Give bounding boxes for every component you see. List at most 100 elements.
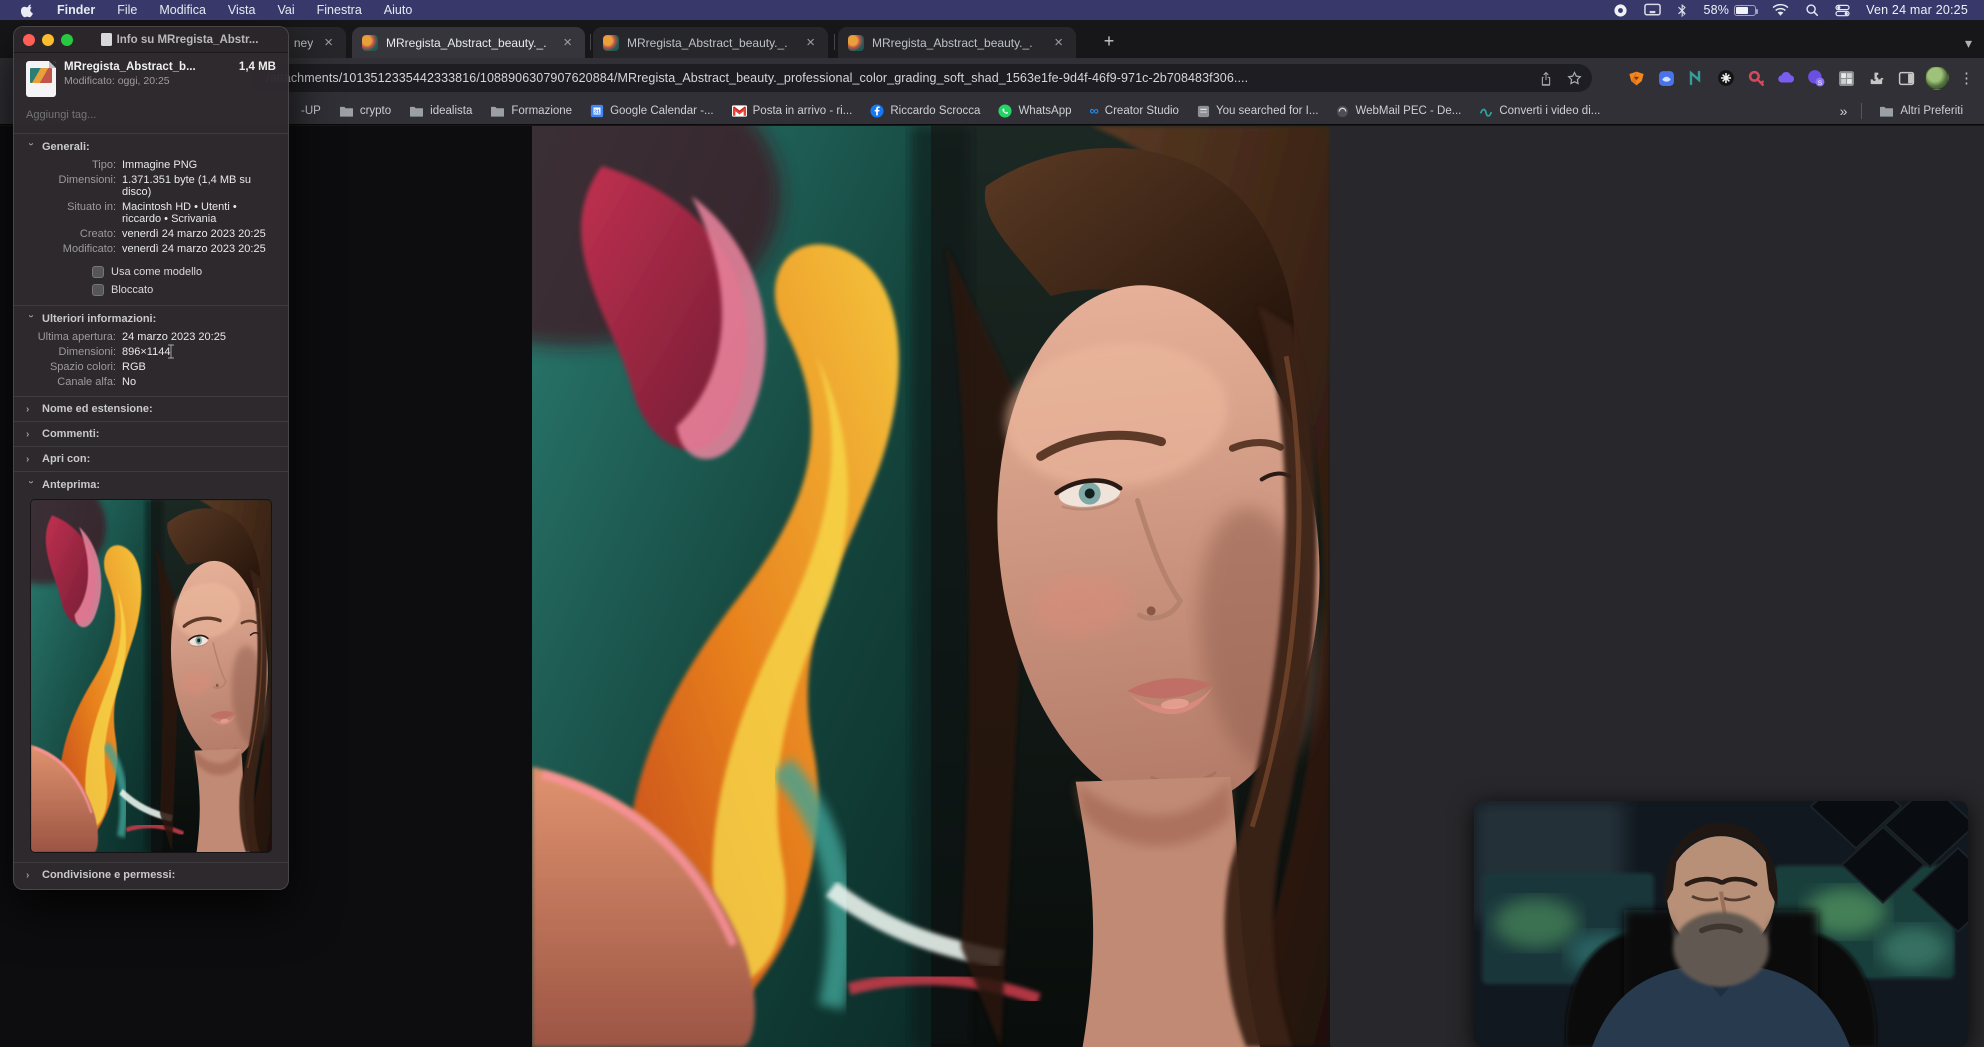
tab-close-icon[interactable]: ×	[321, 34, 336, 51]
bookmark-facebook-profile[interactable]: Riccardo Scrocca	[863, 101, 987, 121]
bookmark-webmail-pec[interactable]: WebMail PEC - De...	[1329, 102, 1468, 121]
share-button[interactable]	[1539, 71, 1553, 86]
disclosure-chevron-icon[interactable]: ›	[26, 404, 36, 415]
record-dot-icon[interactable]	[1613, 3, 1628, 18]
menu-vai[interactable]: Vai	[266, 0, 305, 20]
section-generali[interactable]: › Generali:	[14, 134, 288, 158]
bookmark-you-searched[interactable]: You searched for I...	[1190, 102, 1326, 121]
bookmarks-overflow-chevrons[interactable]: »	[1836, 103, 1852, 119]
black-circle-extension-icon[interactable]	[1715, 67, 1737, 89]
meta-infinity-icon: ∞	[1089, 103, 1099, 118]
close-traffic-light[interactable]	[23, 33, 35, 46]
section-ulteriori-informazioni[interactable]: › Ulteriori informazioni:	[14, 306, 288, 330]
battery-status[interactable]: 58%	[1703, 3, 1759, 17]
section-apri-con[interactable]: › Apri con:	[14, 447, 288, 471]
tab-separator	[590, 34, 591, 50]
tab-close-icon[interactable]: ×	[803, 34, 818, 51]
tab-close-icon[interactable]: ×	[1051, 34, 1066, 51]
row-key: Ultima apertura:	[37, 331, 116, 343]
file-modified-short: Modificato: oggi, 20:25	[64, 75, 170, 87]
tab-favicon	[362, 34, 378, 51]
bookmark-google-calendar[interactable]: 31 Google Calendar -...	[583, 101, 721, 121]
wifi-icon[interactable]	[1772, 3, 1789, 17]
nami-extension-icon[interactable]	[1685, 67, 1707, 89]
row-value: Immagine PNG	[122, 159, 198, 171]
menu-vista[interactable]: Vista	[217, 0, 267, 20]
bookmark-up[interactable]: -UP	[294, 102, 328, 120]
menu-modifica[interactable]: Modifica	[148, 0, 217, 20]
bookmark-gmail-inbox[interactable]: Posta in arrivo - ri...	[725, 102, 860, 120]
menu-finestra[interactable]: Finestra	[306, 0, 373, 20]
control-center-icon[interactable]	[1835, 4, 1850, 17]
bookmark-formazione[interactable]: Formazione	[483, 102, 579, 121]
bookmark-creator-studio[interactable]: ∞ Creator Studio	[1083, 102, 1186, 120]
menu-bar-clock[interactable]: Ven 24 mar 20:25	[1866, 3, 1968, 17]
screen-mirroring-icon[interactable]	[1644, 3, 1662, 17]
bookmark-star-icon[interactable]	[1567, 70, 1582, 86]
disclosure-chevron-icon[interactable]: ›	[26, 454, 36, 465]
apple-logo-icon	[21, 3, 33, 17]
menu-file[interactable]: File	[106, 0, 148, 20]
purple-cloud-extension-icon[interactable]	[1775, 67, 1797, 89]
browser-menu-kebab-icon[interactable]: ⋮	[1957, 69, 1976, 87]
generali-rows: Tipo: Immagine PNG Dimensioni: 1.371.351…	[14, 158, 288, 263]
checkbox-icon[interactable]	[92, 284, 104, 296]
bookmark-crypto[interactable]: crypto	[332, 102, 398, 121]
row-value: venerdì 24 marzo 2023 20:25	[122, 228, 266, 240]
gray-grid-extension-icon[interactable]	[1835, 67, 1857, 89]
section-commenti[interactable]: › Commenti:	[14, 422, 288, 446]
bookmark-idealista[interactable]: idealista	[402, 102, 479, 121]
profile-avatar[interactable]	[1925, 66, 1949, 90]
finder-title-bar[interactable]: Info su MRregista_Abstr...	[14, 27, 288, 53]
purple-s-badge-extension-icon[interactable]: S	[1805, 67, 1827, 89]
row-value: 24 marzo 2023 20:25	[122, 331, 226, 343]
spotlight-search-icon[interactable]	[1805, 3, 1819, 17]
red-key-extension-icon[interactable]	[1745, 67, 1767, 89]
url-text[interactable]: /attachments/1013512335442333816/1088906…	[266, 71, 1525, 85]
tab-mrregista-1-active[interactable]: MRregista_Abstract_beauty._. ×	[352, 27, 585, 58]
tab-close-icon[interactable]: ×	[560, 34, 575, 51]
puzzle-extensions-icon[interactable]	[1865, 67, 1887, 89]
tab-mrregista-2[interactable]: MRregista_Abstract_beauty._. ×	[593, 27, 828, 58]
bluetooth-icon[interactable]	[1677, 3, 1687, 18]
new-tab-button[interactable]: +	[1096, 28, 1122, 54]
side-panel-icon[interactable]	[1895, 67, 1917, 89]
disclosure-chevron-icon[interactable]: ›	[26, 429, 36, 440]
section-title: Condivisione e permessi:	[42, 869, 176, 881]
checkbox-bloccato[interactable]: Bloccato	[14, 281, 288, 305]
window-title: Info su MRregista_Abstr...	[116, 33, 259, 46]
row-value: venerdì 24 marzo 2023 20:25	[122, 243, 266, 255]
checkbox-usa-come-modello[interactable]: Usa come modello	[14, 263, 288, 281]
file-size: 1,4 MB	[238, 61, 276, 73]
tab-favicon	[603, 34, 619, 51]
disclosure-chevron-icon[interactable]: ›	[26, 142, 37, 152]
whatsapp-icon	[998, 104, 1013, 118]
bookmark-whatsapp[interactable]: WhatsApp	[991, 101, 1078, 121]
tab-search-chevron-icon[interactable]: ▾	[1965, 35, 1972, 52]
bookmark-video-converter[interactable]: Converti i video di...	[1472, 102, 1607, 120]
menu-finder[interactable]: Finder	[46, 0, 106, 20]
other-bookmarks-folder[interactable]: Altri Preferiti	[1872, 102, 1970, 121]
disclosure-chevron-icon[interactable]: ›	[26, 314, 37, 324]
address-bar[interactable]: /attachments/1013512335442333816/1088906…	[252, 64, 1592, 92]
checkbox-label: Usa come modello	[111, 266, 203, 278]
document-icon	[100, 33, 112, 46]
blue-wallet-extension-icon[interactable]	[1655, 67, 1677, 89]
discord-attachment-image[interactable]	[532, 126, 1330, 1047]
row-key: Creato:	[79, 228, 116, 240]
section-nome-ed-estensione[interactable]: › Nome ed estensione:	[14, 397, 288, 421]
folder-icon	[1880, 106, 1894, 117]
facebook-icon	[870, 104, 884, 118]
menu-aiuto[interactable]: Aiuto	[373, 0, 424, 20]
section-anteprima[interactable]: › Anteprima:	[14, 472, 288, 496]
add-tags-input[interactable]	[26, 105, 276, 125]
png-file-icon	[26, 61, 56, 97]
macos-menu-bar: Finder File Modifica Vista Vai Finestra …	[0, 0, 1984, 20]
tab-mrregista-3[interactable]: MRregista_Abstract_beauty._. ×	[838, 27, 1076, 58]
disclosure-chevron-icon[interactable]: ›	[26, 480, 37, 490]
section-condivisione-e-permessi[interactable]: › Condivisione e permessi:	[14, 863, 288, 887]
apple-menu[interactable]	[10, 0, 46, 20]
metamask-extension-icon[interactable]	[1625, 67, 1647, 89]
disclosure-chevron-icon[interactable]: ›	[26, 870, 36, 881]
checkbox-icon[interactable]	[92, 266, 104, 278]
